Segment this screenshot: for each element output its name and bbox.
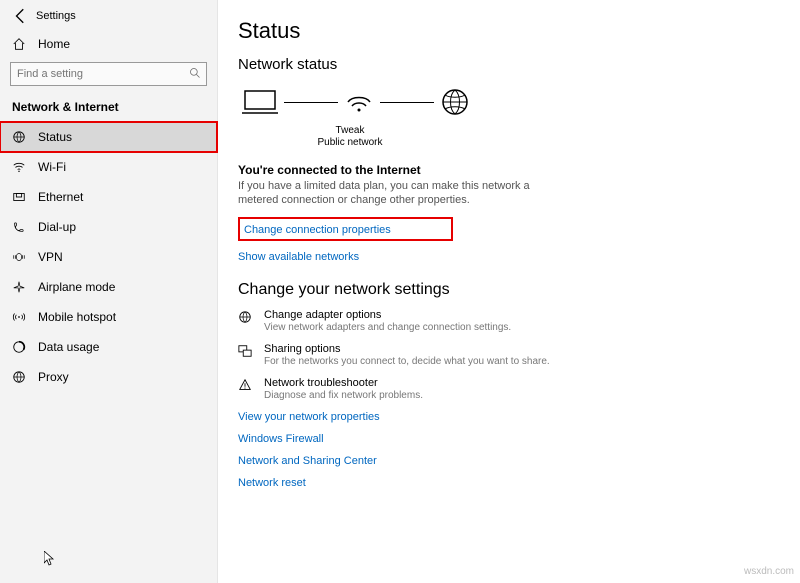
network-diagram xyxy=(242,81,800,123)
nav-label: VPN xyxy=(38,250,63,264)
nav-item-datausage[interactable]: Data usage xyxy=(0,332,217,362)
watermark: wsxdn.com xyxy=(744,566,794,577)
change-settings-heading: Change your network settings xyxy=(238,281,800,299)
nav-item-proxy[interactable]: Proxy xyxy=(0,362,217,392)
option-title: Sharing options xyxy=(264,343,550,355)
change-connection-properties-link[interactable]: Change connection properties xyxy=(244,224,391,236)
option-sub: Diagnose and fix network problems. xyxy=(264,390,423,401)
nav-item-airplane[interactable]: Airplane mode xyxy=(0,272,217,302)
search-icon xyxy=(189,67,201,79)
vpn-icon xyxy=(12,250,34,264)
nav-label: Data usage xyxy=(38,340,99,354)
adapter-icon xyxy=(238,309,264,333)
nav-item-status[interactable]: Status xyxy=(0,122,217,152)
view-network-properties-link[interactable]: View your network properties xyxy=(238,411,800,423)
show-available-networks-link[interactable]: Show available networks xyxy=(238,251,359,263)
airplane-icon xyxy=(12,280,34,294)
status-icon xyxy=(12,130,34,144)
nav-item-vpn[interactable]: VPN xyxy=(0,242,217,272)
connected-title: You're connected to the Internet xyxy=(238,163,800,177)
network-status-heading: Network status xyxy=(238,56,800,73)
option-sharing[interactable]: Sharing options For the networks you con… xyxy=(238,343,618,367)
option-sub: View network adapters and change connect… xyxy=(264,322,511,333)
nav-label: Mobile hotspot xyxy=(38,310,116,324)
nav-item-dialup[interactable]: Dial-up xyxy=(0,212,217,242)
cursor-icon xyxy=(44,551,56,567)
network-sharing-center-link[interactable]: Network and Sharing Center xyxy=(238,455,800,467)
option-sub: For the networks you connect to, decide … xyxy=(264,356,550,367)
network-reset-link[interactable]: Network reset xyxy=(238,477,800,489)
troubleshooter-icon xyxy=(238,377,264,401)
connected-desc: If you have a limited data plan, you can… xyxy=(238,179,548,207)
home-icon xyxy=(12,37,32,51)
nav-label: Dial-up xyxy=(38,220,76,234)
ethernet-icon xyxy=(12,190,34,204)
home-label: Home xyxy=(38,37,70,51)
globe-diagram-icon xyxy=(440,87,470,117)
option-adapter[interactable]: Change adapter options View network adap… xyxy=(238,309,618,333)
sharing-icon xyxy=(238,343,264,367)
section-header: Network & Internet xyxy=(0,96,217,122)
nav-label: Status xyxy=(38,130,72,144)
windows-firewall-link[interactable]: Windows Firewall xyxy=(238,433,800,445)
hotspot-icon xyxy=(12,310,34,324)
option-title: Network troubleshooter xyxy=(264,377,423,389)
option-troubleshooter[interactable]: Network troubleshooter Diagnose and fix … xyxy=(238,377,618,401)
nav-item-hotspot[interactable]: Mobile hotspot xyxy=(0,302,217,332)
nav-item-wifi[interactable]: Wi-Fi xyxy=(0,152,217,182)
highlight-change-props: Change connection properties xyxy=(238,217,453,241)
nav-item-ethernet[interactable]: Ethernet xyxy=(0,182,217,212)
wifi-diagram-icon xyxy=(344,88,374,116)
settings-title: Settings xyxy=(36,10,76,22)
title-bar: Settings xyxy=(0,8,217,30)
computer-icon xyxy=(242,88,278,116)
option-title: Change adapter options xyxy=(264,309,511,321)
home-button[interactable]: Home xyxy=(0,30,217,58)
dialup-icon xyxy=(12,220,34,234)
nav-label: Airplane mode xyxy=(38,280,115,294)
nav-label: Wi-Fi xyxy=(38,160,66,174)
nav-label: Proxy xyxy=(38,370,69,384)
wifi-icon xyxy=(12,160,34,174)
nav-label: Ethernet xyxy=(38,190,83,204)
datausage-icon xyxy=(12,340,34,354)
proxy-icon xyxy=(12,370,34,384)
page-title: Status xyxy=(238,18,800,44)
search-input[interactable] xyxy=(10,62,207,86)
diagram-caption: Tweak Public network xyxy=(310,125,390,149)
back-icon[interactable] xyxy=(12,7,30,25)
